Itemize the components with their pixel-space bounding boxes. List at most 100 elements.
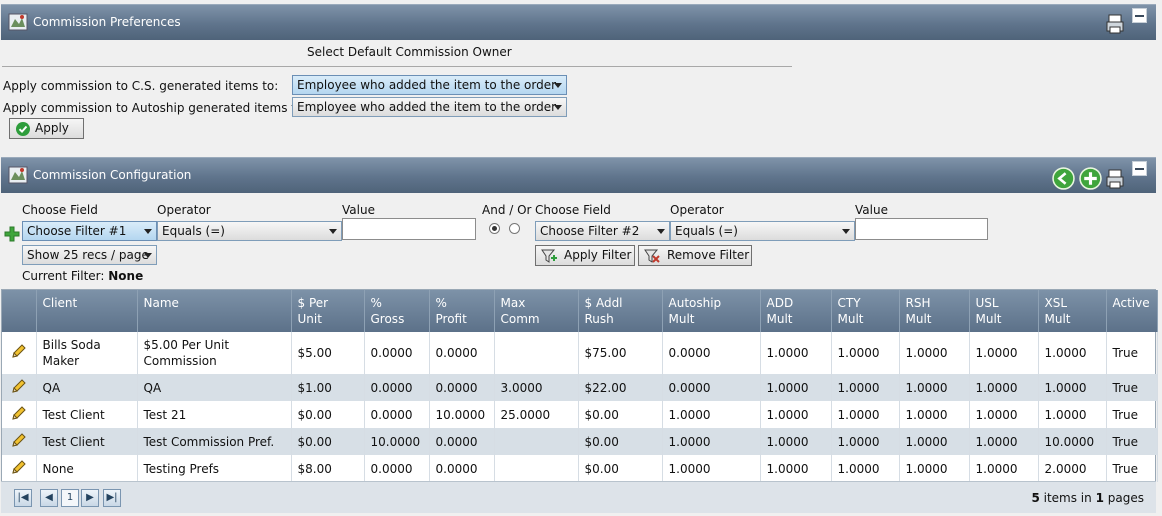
filter1-value-header: Value xyxy=(342,203,375,217)
page-size-select[interactable]: Show 25 recs / page xyxy=(22,245,157,265)
column-header[interactable]: RSH Mult xyxy=(899,290,970,332)
column-header-line1: RSH xyxy=(905,296,931,310)
collapse-button[interactable] xyxy=(1132,161,1147,176)
column-header[interactable]: Name xyxy=(137,290,292,332)
filter1-value-input[interactable] xyxy=(342,218,476,240)
column-header[interactable]: Autoship Mult xyxy=(662,290,761,332)
chevron-down-icon xyxy=(144,229,152,234)
cell-rush: $0.00 xyxy=(578,428,663,455)
cell-rush: $22.00 xyxy=(578,374,663,401)
column-header[interactable]: USL Mult xyxy=(969,290,1039,332)
filter1-operator-header: Operator xyxy=(157,203,211,217)
cell-client: Test Client xyxy=(36,428,138,455)
next-page-button[interactable]: ▶ xyxy=(81,489,99,507)
column-header[interactable]: Client xyxy=(36,290,138,332)
table-row[interactable]: QA QA $1.00 0.0000 0.0000 3.0000 $22.00 0.0000 1… xyxy=(2,374,1158,401)
cell-usl: 1.0000 xyxy=(969,455,1039,482)
table-row[interactable]: Test Client Test Commission Pref. $0.00 10.… xyxy=(2,428,1158,455)
pencil-icon[interactable] xyxy=(11,459,27,475)
pencil-icon[interactable] xyxy=(11,432,27,448)
filter1-operator-select[interactable]: Equals (=) xyxy=(157,221,342,241)
edit-cell[interactable] xyxy=(2,332,37,374)
column-header-line2: Profit xyxy=(435,312,467,326)
print-icon[interactable] xyxy=(1105,13,1127,35)
pages-text: pages xyxy=(1107,491,1144,505)
chevron-down-icon xyxy=(554,105,562,110)
column-header-line2: Unit xyxy=(297,312,322,326)
collapse-button[interactable] xyxy=(1132,8,1147,23)
table-row[interactable]: Test Client Test 21 $0.00 0.0000 10.0000 25.0… xyxy=(2,401,1158,428)
column-header[interactable]: ADD Mult xyxy=(760,290,832,332)
or-radio[interactable] xyxy=(509,223,520,234)
cell-add: 1.0000 xyxy=(760,455,832,482)
apply-label: Apply xyxy=(35,121,69,135)
filter2-operator-select[interactable]: Equals (=) xyxy=(670,221,855,241)
column-header[interactable]: $ Per Unit xyxy=(291,290,365,332)
cell-xsl: 2.0000 xyxy=(1038,455,1107,482)
items-text: items in xyxy=(1043,491,1092,505)
filter2-value-input[interactable] xyxy=(855,218,988,240)
cell-active: True xyxy=(1106,332,1158,374)
column-header[interactable]: CTY Mult xyxy=(831,290,900,332)
cell-per-unit: $1.00 xyxy=(291,374,365,401)
add-filter-icon[interactable] xyxy=(4,226,20,242)
cell-active: True xyxy=(1106,428,1158,455)
table-header-row: Client Name $ Per Unit% Gross% Profit Max Comm $… xyxy=(2,290,1158,332)
cell-active: True xyxy=(1106,374,1158,401)
column-header[interactable]: Max Comm xyxy=(494,290,579,332)
pager: |◀ ◀ 1 ▶ ▶| 5 items in 1 pages xyxy=(1,481,1156,513)
cell-active: True xyxy=(1106,401,1158,428)
table-row[interactable]: None Testing Prefs $8.00 0.0000 0.0000 $0.00 1… xyxy=(2,455,1158,482)
pencil-icon[interactable] xyxy=(11,378,27,394)
cs-owner-select[interactable]: Employee who added the item to the order xyxy=(292,75,567,95)
column-header[interactable]: XSL Mult xyxy=(1038,290,1107,332)
filter2-field-select[interactable]: Choose Filter #2 xyxy=(535,221,670,241)
edit-cell[interactable] xyxy=(2,455,37,482)
column-header-line1: XSL xyxy=(1044,296,1068,310)
cell-autoship: 0.0000 xyxy=(662,332,761,374)
pencil-icon[interactable] xyxy=(11,343,27,359)
cell-per-unit: $0.00 xyxy=(291,428,365,455)
filter2-field-value: Choose Filter #2 xyxy=(540,224,640,238)
cell-profit: 0.0000 xyxy=(429,455,495,482)
cell-profit: 0.0000 xyxy=(429,332,495,374)
filter1-field-select[interactable]: Choose Filter #1 xyxy=(22,221,157,241)
column-header[interactable]: % Gross xyxy=(364,290,430,332)
cell-name: Test Commission Pref. xyxy=(137,428,292,455)
divider xyxy=(2,66,792,67)
pencil-icon[interactable] xyxy=(11,405,27,421)
filter1-field-header: Choose Field xyxy=(22,203,98,217)
cell-add: 1.0000 xyxy=(760,332,832,374)
column-header[interactable]: Active xyxy=(1106,290,1158,332)
edit-cell[interactable] xyxy=(2,374,37,401)
back-icon[interactable] xyxy=(1052,167,1075,190)
table-row[interactable]: Bills Soda Maker $5.00 Per Unit Commissio… xyxy=(2,332,1158,374)
current-filter: Current Filter: None xyxy=(22,269,143,283)
prev-page-button[interactable]: ◀ xyxy=(40,489,58,507)
last-page-button[interactable]: ▶| xyxy=(103,489,121,507)
column-header[interactable]: % Profit xyxy=(429,290,495,332)
total-pages: 1 xyxy=(1095,491,1104,505)
cell-client: Bills Soda Maker xyxy=(36,332,138,374)
column-header-line1: Active xyxy=(1112,296,1150,310)
cell-max-comm xyxy=(494,455,579,482)
edit-cell[interactable] xyxy=(2,401,37,428)
column-header[interactable]: $ Addl Rush xyxy=(578,290,663,332)
remove-filter-button[interactable]: Remove Filter xyxy=(638,245,752,266)
cell-profit: 0.0000 xyxy=(429,374,495,401)
column-header-line1: $ Addl xyxy=(584,296,623,310)
apply-filter-button[interactable]: Apply Filter xyxy=(535,245,635,266)
page-number-1[interactable]: 1 xyxy=(61,489,79,507)
add-icon[interactable] xyxy=(1079,167,1102,190)
cell-add: 1.0000 xyxy=(760,401,832,428)
apply-button[interactable]: Apply xyxy=(9,118,84,139)
edit-cell[interactable] xyxy=(2,428,37,455)
first-page-button[interactable]: |◀ xyxy=(14,489,32,507)
cell-xsl: 10.0000 xyxy=(1038,428,1107,455)
and-radio[interactable] xyxy=(489,223,500,234)
print-icon[interactable] xyxy=(1105,168,1127,190)
autoship-owner-select[interactable]: Employee who added the item to the order xyxy=(292,97,567,117)
cell-max-comm xyxy=(494,428,579,455)
column-header-line2: Mult xyxy=(766,312,793,326)
column-header-line2: Rush xyxy=(584,312,614,326)
